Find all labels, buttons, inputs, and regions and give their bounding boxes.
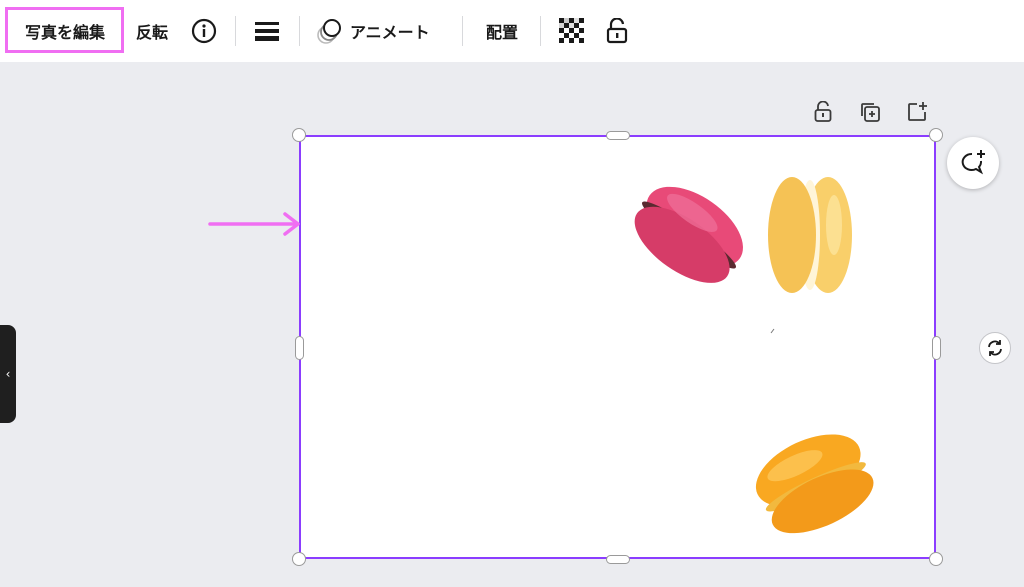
transparency-button[interactable] [555,0,589,62]
add-page-icon [908,102,927,121]
animate-button[interactable]: アニメート [314,0,448,62]
selection-box [299,135,936,559]
lock-icon [814,101,832,122]
resize-handle-left[interactable] [295,336,304,360]
resize-handle-bottom-right[interactable] [929,552,943,566]
transparency-icon [559,18,584,43]
resize-handle-top[interactable] [606,131,630,140]
line-weight-icon [255,22,279,41]
add-page-button[interactable] [904,99,930,125]
toolbar-divider [462,16,463,46]
add-comment-button[interactable] [947,137,999,189]
animate-label: アニメート [350,23,430,42]
rotate-icon [988,340,1002,356]
duplicate-page-icon [861,103,880,122]
resize-handle-top-right[interactable] [929,128,943,142]
rotate-button[interactable] [979,332,1011,364]
flip-button[interactable]: 反転 [130,0,174,62]
resize-handle-top-left[interactable] [292,128,306,142]
info-icon [191,18,217,44]
duplicate-page-button[interactable] [857,99,883,125]
lock-icon [606,18,628,44]
resize-handle-bottom-left[interactable] [292,552,306,566]
chevron-left-icon: ‹ [5,367,11,381]
annotation-arrow [208,212,300,236]
toolbar-divider [540,16,541,46]
collapse-panel-tab[interactable]: ‹ [0,325,16,423]
lock-page-button[interactable] [810,99,836,125]
animate-icon [317,19,341,44]
toolbar-divider [235,16,236,46]
toolbar-divider [299,16,300,46]
highlight-box [5,7,124,53]
info-button[interactable] [186,0,222,62]
resize-handle-right[interactable] [932,336,941,360]
resize-handle-bottom[interactable] [606,555,630,564]
editor-toolbar: 写真を編集 反転 アニメート 配置 [0,0,1024,62]
lock-button[interactable] [600,0,634,62]
position-button[interactable]: 配置 [478,0,526,62]
line-weight-button[interactable] [250,0,284,62]
add-comment-icon [961,150,985,175]
